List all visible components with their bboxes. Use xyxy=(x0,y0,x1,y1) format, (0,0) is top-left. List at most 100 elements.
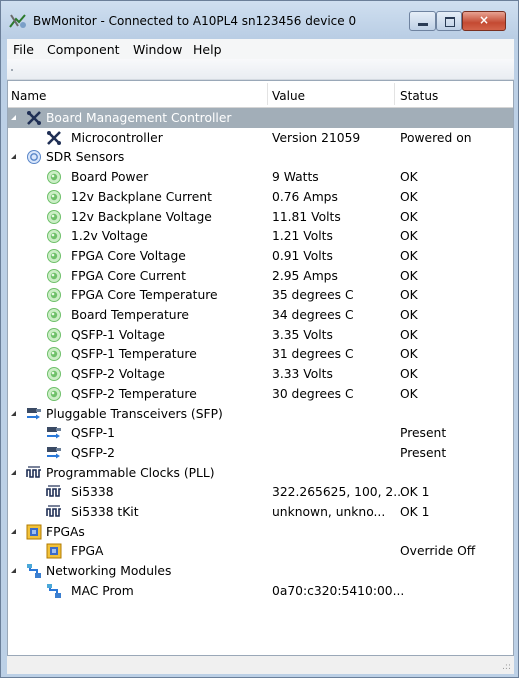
menu-help[interactable]: Help xyxy=(193,42,222,57)
tree-group-row[interactable]: Networking Modules xyxy=(8,561,513,581)
tree-item-row[interactable]: 12v Backplane Current 0.76 Amps OK xyxy=(8,187,513,207)
item-name: QSFP-2 Temperature xyxy=(71,386,197,401)
tree-item-row[interactable]: FPGA Core Temperature 35 degrees C OK xyxy=(8,285,513,305)
header-divider[interactable] xyxy=(267,83,268,105)
item-value: 1.21 Volts xyxy=(272,229,333,244)
sensor-ok-icon xyxy=(47,386,61,401)
item-value: 0.76 Amps xyxy=(272,189,338,204)
close-button[interactable]: × xyxy=(462,11,506,31)
menu-component[interactable]: Component xyxy=(47,42,120,57)
tree-item-row[interactable]: QSFP-2 Temperature 30 degrees C OK xyxy=(8,384,513,404)
transceiver-icon xyxy=(27,407,41,419)
tree-item-row[interactable]: 1.2v Voltage 1.21 Volts OK xyxy=(8,226,513,246)
item-status: OK xyxy=(400,327,418,342)
tree-item-row[interactable]: Microcontroller Version 21059 Powered on xyxy=(8,128,513,148)
item-name: Si5338 tKit xyxy=(71,505,139,519)
close-icon: × xyxy=(478,13,490,27)
item-status: Powered on xyxy=(400,130,472,145)
sensor-ok-icon xyxy=(47,308,61,322)
item-status: Present xyxy=(400,445,447,460)
tree-group-row[interactable]: Board Management Controller xyxy=(8,108,513,128)
expand-caret-icon[interactable] xyxy=(11,568,16,574)
minimize-icon xyxy=(418,23,428,26)
item-value: 35 degrees C xyxy=(272,288,354,303)
group-label: Board Management Controller xyxy=(46,111,232,125)
maximize-button[interactable] xyxy=(436,11,462,31)
group-label: Networking Modules xyxy=(46,564,172,579)
tree-item-row[interactable]: FPGA Core Current 2.95 Amps OK xyxy=(8,266,513,286)
tree-item-row[interactable]: 12v Backplane Voltage 11.81 Volts OK xyxy=(8,207,513,227)
tree-item-row[interactable]: QSFP-1 Voltage 3.35 Volts OK xyxy=(8,325,513,345)
transceiver-icon xyxy=(47,427,61,439)
item-status: OK 1 xyxy=(400,505,430,519)
chip-icon xyxy=(26,524,42,540)
tree-group-row[interactable]: SDR Sensors xyxy=(8,147,513,167)
column-header: Name Value Status xyxy=(8,81,513,108)
item-status: OK xyxy=(400,209,418,224)
item-value: 2.95 Amps xyxy=(272,268,338,283)
item-value: 3.35 Volts xyxy=(272,327,333,342)
status-bar: .:: xyxy=(7,656,514,674)
item-status: OK xyxy=(400,367,418,382)
resize-grip-icon[interactable]: .:: xyxy=(502,662,511,672)
item-status: OK xyxy=(400,189,418,204)
tree-item-row[interactable]: Si5338 322.265625, 100, 2... OK 1 xyxy=(8,482,513,502)
transceiver-icon xyxy=(47,446,61,459)
tree-view[interactable]: Name Value Status Board Management Contr… xyxy=(7,80,514,656)
tree-group-row[interactable]: FPGAs xyxy=(8,522,513,542)
header-value[interactable]: Value xyxy=(272,89,305,103)
item-name: FPGA xyxy=(71,544,104,559)
tree-group-row[interactable]: Programmable Clocks (PLL) xyxy=(8,463,513,483)
item-value: 30 degrees C xyxy=(272,386,354,401)
tree-item-row[interactable]: FPGA Override Off xyxy=(8,541,513,561)
item-value: 322.265625, 100, 2... xyxy=(272,485,405,500)
tree-item-row[interactable]: QSFP-2 Present xyxy=(8,443,513,463)
sensor-ok-icon xyxy=(47,209,61,224)
tree-item-row[interactable]: Si5338 tKit unknown, unkno... OK 1 xyxy=(8,502,513,522)
expand-caret-icon[interactable] xyxy=(11,528,16,534)
item-value: 9 Watts xyxy=(272,170,319,185)
header-name[interactable]: Name xyxy=(11,89,46,103)
sensor-ok-icon xyxy=(47,327,61,342)
expand-caret-icon[interactable] xyxy=(11,115,16,120)
item-status: OK xyxy=(400,248,418,263)
menu-window[interactable]: Window xyxy=(133,42,182,57)
tree-item-row[interactable]: QSFP-1 Temperature 31 degrees C OK xyxy=(8,344,513,364)
group-label: FPGAs xyxy=(46,524,85,539)
tree-item-row[interactable]: MAC Prom 0a70:c320:5410:00... xyxy=(8,581,513,601)
title-bar[interactable]: BwMonitor - Connected to A10PL4 sn123456… xyxy=(1,1,518,39)
item-name: Microcontroller xyxy=(71,130,163,145)
tree-item-row[interactable]: QSFP-1 Present xyxy=(8,423,513,443)
tree-item-row[interactable]: Board Temperature 34 degrees C OK xyxy=(8,305,513,325)
minimize-button[interactable] xyxy=(409,11,436,31)
item-status: Override Off xyxy=(400,544,476,559)
expand-caret-icon[interactable] xyxy=(11,410,16,416)
item-name: 12v Backplane Voltage xyxy=(71,209,212,224)
group-label: Pluggable Transceivers (SFP) xyxy=(46,406,223,421)
item-status: OK xyxy=(400,308,418,322)
item-status: OK xyxy=(400,229,418,244)
item-value: 0a70:c320:5410:00... xyxy=(272,583,405,598)
item-name: Board Temperature xyxy=(71,308,189,322)
network-icon xyxy=(27,564,41,579)
sensor-ok-icon xyxy=(47,229,61,244)
menu-bar: File Component Window Help xyxy=(7,39,514,59)
sensor-ok-icon xyxy=(47,268,61,283)
tree-item-row[interactable]: FPGA Core Voltage 0.91 Volts OK xyxy=(8,246,513,266)
expand-caret-icon[interactable] xyxy=(11,469,16,475)
tree-group-row[interactable]: Pluggable Transceivers (SFP) xyxy=(8,404,513,424)
sensor-icon xyxy=(27,150,41,165)
maximize-icon xyxy=(445,17,455,27)
toolbar xyxy=(7,59,514,80)
item-value: 31 degrees C xyxy=(272,347,354,362)
menu-file[interactable]: File xyxy=(13,42,34,57)
sensor-ok-icon xyxy=(47,347,61,362)
header-divider[interactable] xyxy=(394,83,395,105)
toolbar-grip[interactable] xyxy=(11,69,13,71)
item-name: Board Power xyxy=(71,170,149,185)
tree-item-row[interactable]: QSFP-2 Voltage 3.33 Volts OK xyxy=(8,364,513,384)
expand-caret-icon[interactable] xyxy=(11,154,16,160)
sensor-ok-icon xyxy=(47,248,61,263)
header-status[interactable]: Status xyxy=(400,89,438,103)
tree-item-row[interactable]: Board Power 9 Watts OK xyxy=(8,167,513,187)
